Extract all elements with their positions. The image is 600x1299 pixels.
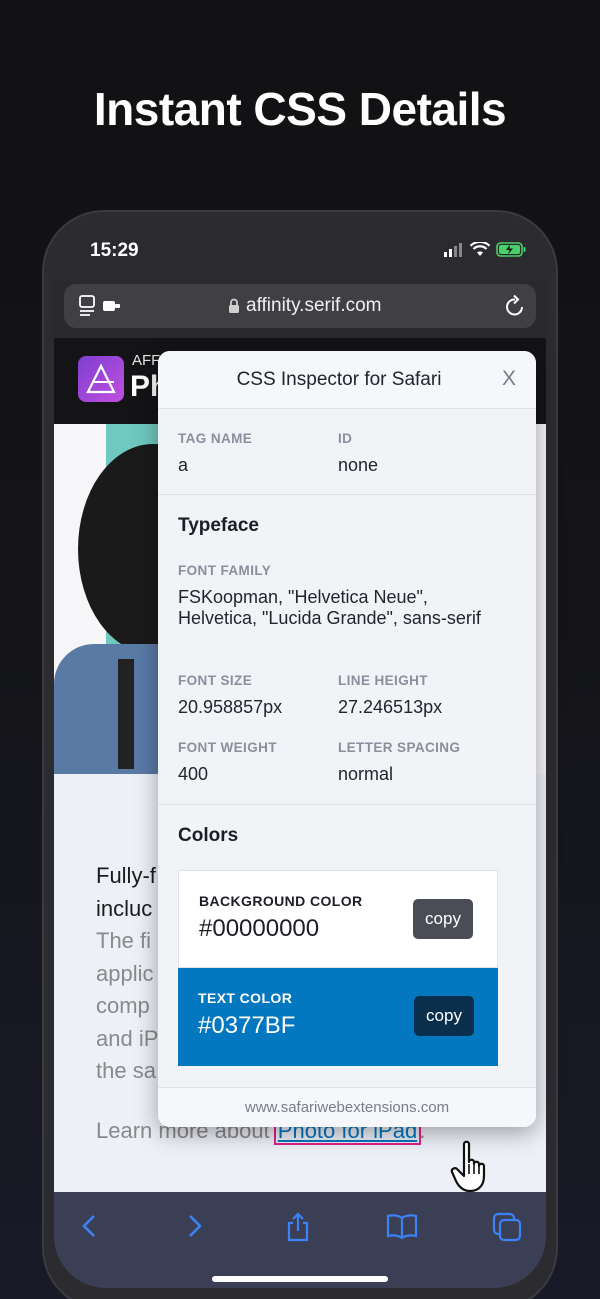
- font-weight-label: FONT WEIGHT: [178, 740, 277, 755]
- copy-background-color-button[interactable]: copy: [413, 899, 473, 939]
- background-color-label: BACKGROUND COLOR: [199, 893, 363, 909]
- hero-strap: [118, 659, 134, 769]
- id-label: ID: [338, 431, 353, 446]
- body-line: comp: [96, 993, 150, 1018]
- forward-icon[interactable]: [182, 1212, 206, 1240]
- divider: [158, 494, 536, 495]
- copy-text-color-button[interactable]: copy: [414, 996, 474, 1036]
- colors-heading: Colors: [178, 825, 239, 846]
- status-time: 15:29: [90, 240, 139, 261]
- body-line: and iP: [96, 1025, 159, 1051]
- inspector-header: CSS Inspector for Safari X: [158, 351, 536, 409]
- css-inspector-panel: CSS Inspector for Safari X TAG NAME a ID…: [158, 351, 536, 1127]
- share-icon[interactable]: [284, 1212, 312, 1242]
- divider: [158, 804, 536, 805]
- line-height-value: 27.246513px: [338, 697, 443, 717]
- inspector-footer-link[interactable]: www.safariwebextensions.com: [158, 1087, 536, 1127]
- body-line: incluc: [96, 895, 153, 921]
- safari-toolbar: [54, 1192, 546, 1288]
- logo-small-text: AFF: [132, 352, 161, 369]
- tag-name-value: a: [178, 455, 189, 475]
- font-size-value: 20.958857px: [178, 697, 283, 717]
- close-button[interactable]: X: [502, 367, 516, 391]
- lock-icon: [229, 298, 239, 313]
- inspector-title: CSS Inspector for Safari: [236, 369, 442, 390]
- font-family-value: FSKoopman, "Helvetica Neue", Helvetica, …: [178, 587, 481, 628]
- signal-icon: [444, 242, 462, 257]
- text-color-label: TEXT COLOR: [198, 990, 293, 1006]
- status-bar: 15:29: [54, 222, 546, 282]
- back-icon[interactable]: [78, 1212, 102, 1240]
- body-line: Fully-f: [96, 863, 156, 888]
- pointer-hand-icon: [450, 1140, 486, 1193]
- home-indicator: [212, 1276, 388, 1282]
- bookmarks-icon[interactable]: [386, 1212, 418, 1240]
- status-icons: [444, 242, 526, 257]
- tabs-icon[interactable]: [492, 1212, 522, 1242]
- affinity-logo[interactable]: [78, 356, 124, 402]
- body-line: the sa: [96, 1058, 156, 1083]
- letter-spacing-value: normal: [338, 764, 394, 784]
- text-color-value: #0377BF: [198, 1012, 296, 1039]
- body-copy: Fully-f incluc The fi applic comp and iP…: [96, 860, 158, 1088]
- font-weight-value: 400: [178, 764, 209, 784]
- text-color-card: TEXT COLOR #0377BF copy: [178, 968, 498, 1066]
- id-value: none: [338, 455, 379, 475]
- headline: Instant CSS Details: [93, 83, 507, 135]
- line-height-label: LINE HEIGHT: [338, 673, 428, 688]
- wifi-icon: [470, 242, 490, 256]
- tag-name-label: TAG NAME: [178, 431, 253, 446]
- background-color-card: BACKGROUND COLOR #00000000 copy: [178, 870, 498, 968]
- battery-icon: [496, 242, 526, 257]
- body-line: The fi: [96, 928, 152, 953]
- address-bar[interactable]: affinity.serif.com: [64, 284, 536, 328]
- font-size-label: FONT SIZE: [178, 673, 253, 688]
- reader-icon[interactable]: [78, 295, 124, 317]
- url-text: affinity.serif.com: [246, 295, 382, 316]
- reload-icon[interactable]: [504, 294, 526, 318]
- typeface-heading: Typeface: [178, 515, 259, 536]
- affinity-logo-icon: [86, 363, 116, 394]
- letter-spacing-label: LETTER SPACING: [338, 740, 461, 755]
- background-color-value: #00000000: [199, 915, 320, 942]
- font-family-label: FONT FAMILY: [178, 563, 272, 578]
- body-line: applic: [96, 960, 154, 986]
